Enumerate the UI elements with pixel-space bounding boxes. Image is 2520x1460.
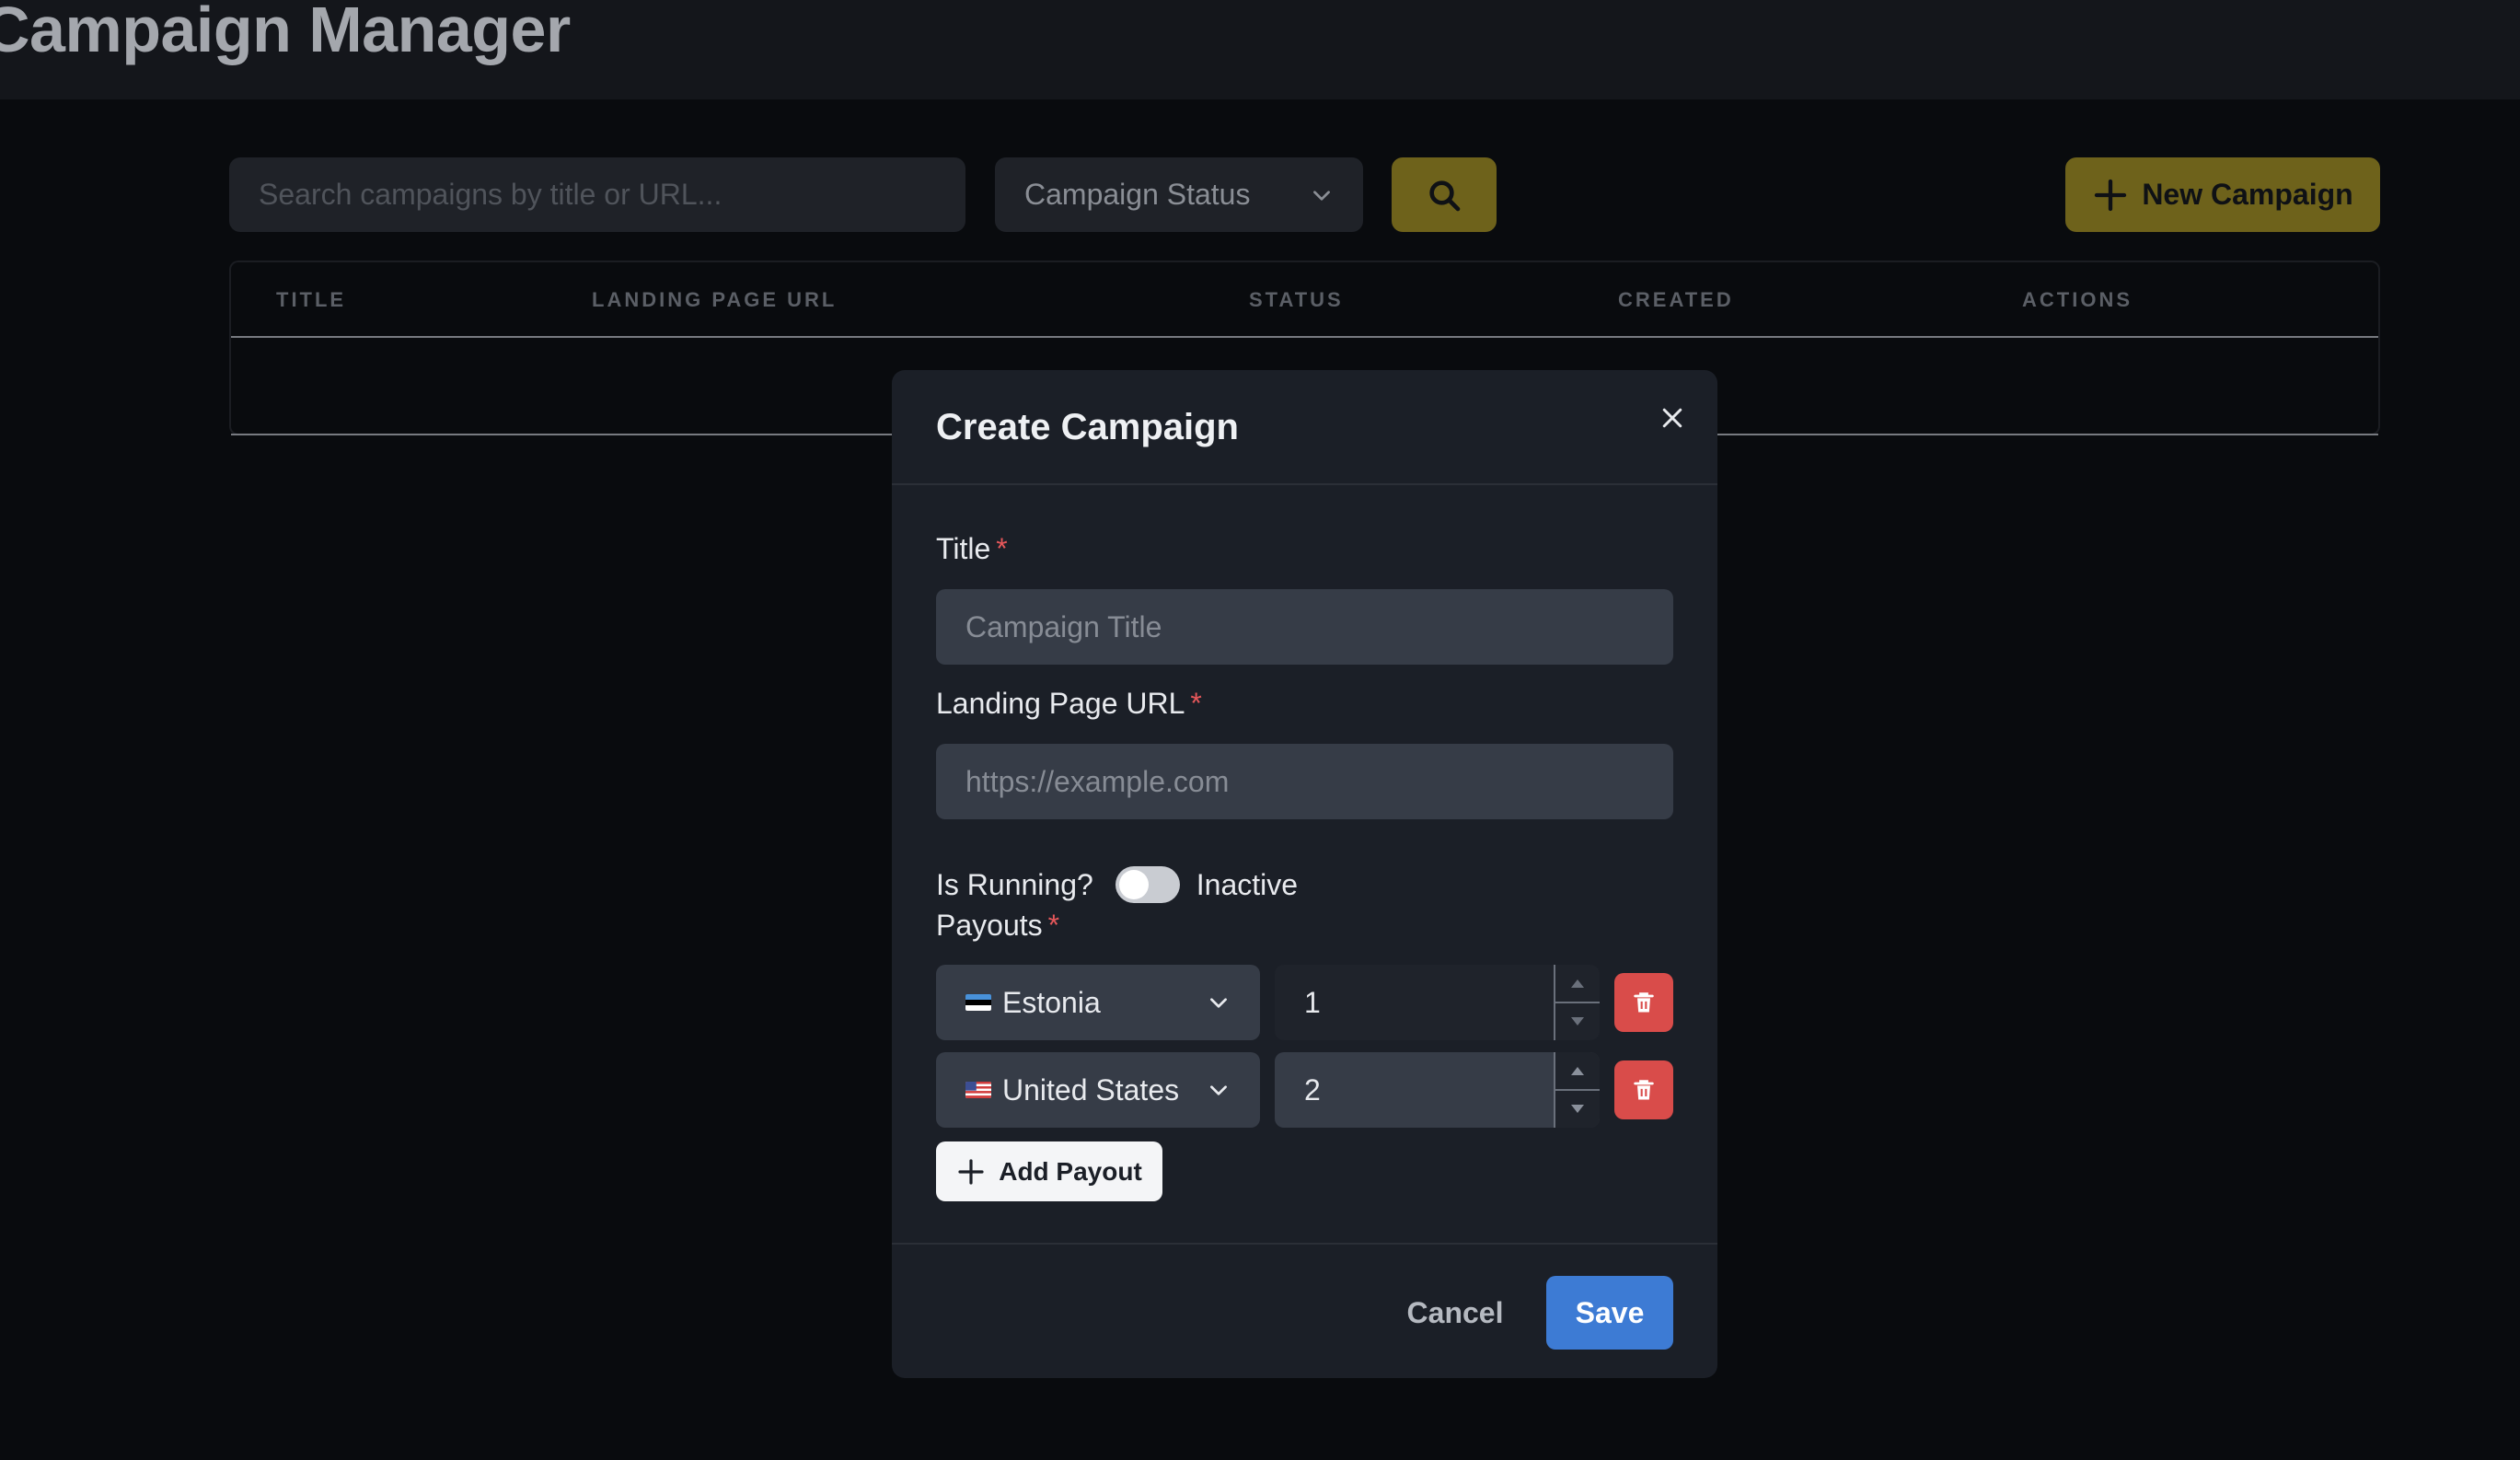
payout-amount-input[interactable]: 1 xyxy=(1275,965,1600,1040)
chevron-down-icon xyxy=(1210,998,1227,1008)
step-up-button[interactable] xyxy=(1555,1052,1600,1089)
payouts-label: Payouts * xyxy=(936,909,1059,943)
search-icon xyxy=(1429,180,1461,211)
landing-page-url-input[interactable]: https://example.com xyxy=(936,744,1673,819)
cancel-button[interactable]: Cancel xyxy=(1374,1276,1536,1350)
payout-amount-value: 2 xyxy=(1304,1072,1321,1107)
table-header: TITLE LANDING PAGE URL STATUS CREATED AC… xyxy=(231,262,2378,338)
title-input[interactable]: Campaign Title xyxy=(936,589,1673,665)
delete-payout-button[interactable] xyxy=(1614,1060,1673,1119)
step-up-button[interactable] xyxy=(1555,965,1600,1002)
flag-united-states-icon xyxy=(965,1082,991,1098)
is-running-state: Inactive xyxy=(1196,867,1299,901)
save-button[interactable]: Save xyxy=(1546,1276,1673,1350)
flag-estonia-icon xyxy=(965,994,991,1011)
trash-icon xyxy=(1634,992,1654,1013)
step-down-button[interactable] xyxy=(1555,1089,1600,1128)
column-status[interactable]: STATUS xyxy=(1249,288,1344,312)
new-campaign-label: New Campaign xyxy=(2142,178,2353,211)
payout-amount-input[interactable]: 2 xyxy=(1275,1052,1600,1128)
column-title[interactable]: TITLE xyxy=(276,288,346,312)
caret-up-icon xyxy=(1571,979,1584,988)
title-label-text: Title xyxy=(936,532,991,565)
close-icon xyxy=(1662,408,1682,428)
modal-title: Create Campaign xyxy=(936,407,1239,447)
delete-payout-button[interactable] xyxy=(1614,973,1673,1032)
chevron-down-icon xyxy=(1210,1085,1227,1095)
new-campaign-button[interactable]: New Campaign xyxy=(2065,157,2380,232)
trash-icon xyxy=(1634,1080,1654,1100)
caret-down-icon xyxy=(1571,1105,1584,1113)
plus-icon xyxy=(2095,179,2127,211)
toggle-knob xyxy=(1118,870,1149,899)
app-header: Campaign Manager xyxy=(0,0,2520,99)
status-filter-label: Campaign Status xyxy=(1024,178,1251,211)
payout-amount-value: 1 xyxy=(1304,985,1321,1019)
close-button[interactable] xyxy=(1648,394,1696,442)
chevron-down-icon xyxy=(1313,190,1330,201)
status-filter-select[interactable]: Campaign Status xyxy=(995,157,1363,232)
payout-country-select[interactable]: Estonia xyxy=(936,965,1260,1040)
column-actions: ACTIONS xyxy=(2022,288,2133,311)
modal-footer-divider xyxy=(892,1243,1717,1245)
search-input[interactable]: Search campaigns by title or URL... xyxy=(229,157,965,232)
required-marker: * xyxy=(996,532,1008,565)
url-label-text: Landing Page URL xyxy=(936,687,1185,720)
step-down-button[interactable] xyxy=(1555,1002,1600,1040)
payouts-label-text: Payouts xyxy=(936,909,1043,942)
column-landing-page-url[interactable]: LANDING PAGE URL xyxy=(592,288,837,312)
caret-down-icon xyxy=(1571,1017,1584,1025)
is-running-toggle[interactable] xyxy=(1115,866,1180,903)
url-placeholder: https://example.com xyxy=(965,764,1230,798)
required-marker: * xyxy=(1047,909,1060,942)
is-running-row: Is Running? Inactive xyxy=(936,862,1298,908)
app-title: Campaign Manager xyxy=(0,0,571,65)
column-created[interactable]: CREATED xyxy=(1618,288,1734,312)
required-marker: * xyxy=(1190,687,1202,720)
modal-header: Create Campaign xyxy=(892,370,1717,485)
url-label: Landing Page URL * xyxy=(936,687,1202,721)
amount-stepper xyxy=(1554,965,1600,1040)
caret-up-icon xyxy=(1571,1067,1584,1075)
create-campaign-modal: Create Campaign Title * Campaign Title La… xyxy=(892,370,1717,1378)
add-payout-label: Add Payout xyxy=(999,1156,1142,1186)
payout-country-label: Estonia xyxy=(1002,985,1101,1019)
add-payout-button[interactable]: Add Payout xyxy=(936,1141,1162,1201)
payout-country-label: United States xyxy=(1002,1072,1180,1107)
search-placeholder: Search campaigns by title or URL... xyxy=(259,178,722,211)
is-running-label: Is Running? xyxy=(936,867,1093,901)
search-button[interactable] xyxy=(1392,157,1497,232)
plus-icon xyxy=(958,1158,984,1185)
title-label: Title * xyxy=(936,532,1008,566)
amount-stepper xyxy=(1554,1052,1600,1128)
payout-country-select[interactable]: United States xyxy=(936,1052,1260,1128)
title-placeholder: Campaign Title xyxy=(965,609,1162,643)
